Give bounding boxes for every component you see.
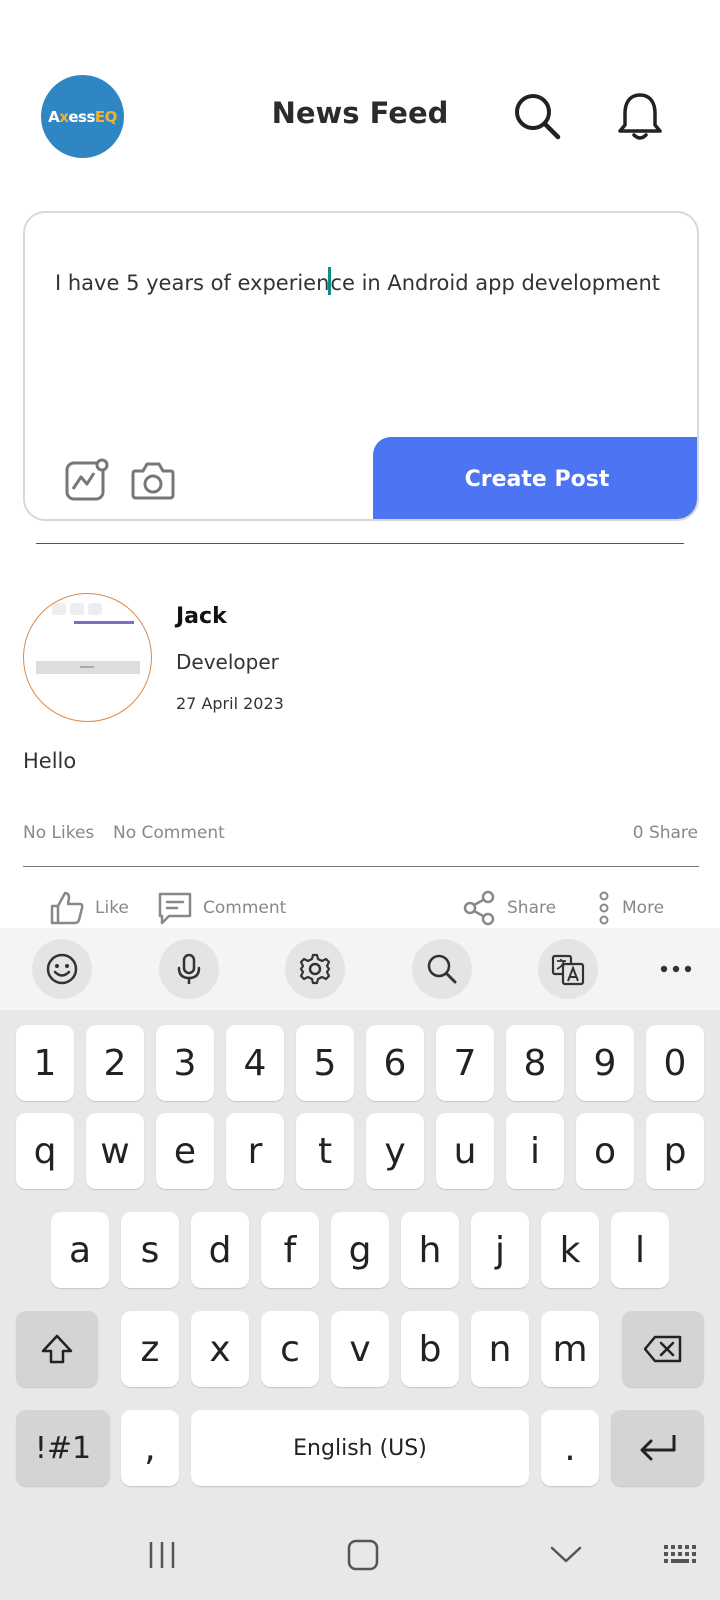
page-title: News Feed <box>271 96 449 130</box>
more-vertical-icon <box>599 891 609 925</box>
key-g[interactable]: g <box>331 1212 389 1288</box>
key-e[interactable]: e <box>156 1113 214 1189</box>
comment-label: Comment <box>203 898 287 918</box>
emoji-icon[interactable] <box>32 939 92 999</box>
app-logo: Ax ess EQ <box>41 75 124 158</box>
key-b[interactable]: b <box>401 1311 459 1387</box>
key-7[interactable]: 7 <box>436 1025 494 1101</box>
key-z[interactable]: z <box>121 1311 179 1387</box>
backspace-key[interactable] <box>622 1311 704 1387</box>
period-key[interactable]: . <box>541 1410 599 1486</box>
post-text-input[interactable]: I have 5 years of experience in Android … <box>55 267 660 295</box>
key-a[interactable]: a <box>51 1212 109 1288</box>
key-r[interactable]: r <box>226 1113 284 1189</box>
comment-button[interactable]: Comment <box>157 890 286 926</box>
key-l[interactable]: l <box>611 1212 669 1288</box>
shares-count[interactable]: 0 Share <box>633 823 698 843</box>
logo-text: x <box>59 107 69 126</box>
key-2[interactable]: 2 <box>86 1025 144 1101</box>
like-icon <box>50 891 84 925</box>
composer-text: ce in Android app development <box>330 271 660 295</box>
key-d[interactable]: d <box>191 1212 249 1288</box>
key-s[interactable]: s <box>121 1212 179 1288</box>
divider <box>36 543 684 544</box>
key-1[interactable]: 1 <box>16 1025 74 1101</box>
key-3[interactable]: 3 <box>156 1025 214 1101</box>
shift-key[interactable] <box>16 1311 98 1387</box>
key-k[interactable]: k <box>541 1212 599 1288</box>
key-w[interactable]: w <box>86 1113 144 1189</box>
post-composer[interactable]: I have 5 years of experience in Android … <box>23 211 699 521</box>
key-q[interactable]: q <box>16 1113 74 1189</box>
share-icon <box>463 890 495 926</box>
key-9[interactable]: 9 <box>576 1025 634 1101</box>
back-icon[interactable] <box>536 1530 596 1580</box>
key-m[interactable]: m <box>541 1311 599 1387</box>
comments-count[interactable]: No Comment <box>113 823 225 843</box>
create-post-button[interactable]: Create Post <box>373 437 697 519</box>
more-button[interactable]: More <box>596 890 664 926</box>
key-o[interactable]: o <box>576 1113 634 1189</box>
keyboard-toolbar <box>0 928 720 1010</box>
shift-icon <box>41 1334 73 1364</box>
key-y[interactable]: y <box>366 1113 424 1189</box>
key-j[interactable]: j <box>471 1212 529 1288</box>
key-v[interactable]: v <box>331 1311 389 1387</box>
key-0[interactable]: 0 <box>646 1025 704 1101</box>
post-author-role: Developer <box>176 650 279 674</box>
recents-icon[interactable] <box>132 1530 192 1580</box>
likes-count[interactable]: No Likes <box>23 823 94 843</box>
key-5[interactable]: 5 <box>296 1025 354 1101</box>
key-f[interactable]: f <box>261 1212 319 1288</box>
post-date: 27 April 2023 <box>176 694 284 713</box>
more-icon[interactable] <box>646 939 706 999</box>
backspace-icon <box>643 1335 682 1363</box>
enter-icon <box>640 1435 675 1461</box>
mic-icon[interactable] <box>159 939 219 999</box>
key-p[interactable]: p <box>646 1113 704 1189</box>
translate-icon[interactable] <box>538 939 598 999</box>
logo-text: A <box>48 107 60 126</box>
logo-text: ess <box>68 107 95 126</box>
key-8[interactable]: 8 <box>506 1025 564 1101</box>
key-n[interactable]: n <box>471 1311 529 1387</box>
like-label: Like <box>95 898 129 918</box>
key-u[interactable]: u <box>436 1113 494 1189</box>
key-6[interactable]: 6 <box>366 1025 424 1101</box>
enter-key[interactable] <box>611 1410 704 1486</box>
bell-icon[interactable] <box>613 89 667 143</box>
composer-text: I have 5 years of experien <box>55 271 330 295</box>
share-label: Share <box>507 898 557 918</box>
comma-key[interactable]: , <box>121 1410 179 1486</box>
key-t[interactable]: t <box>296 1113 354 1189</box>
comment-icon <box>158 892 192 925</box>
key-h[interactable]: h <box>401 1212 459 1288</box>
space-key[interactable]: English (US) <box>191 1410 529 1486</box>
share-button[interactable]: Share <box>463 890 556 926</box>
key-c[interactable]: c <box>261 1311 319 1387</box>
camera-icon[interactable] <box>129 456 177 504</box>
logo-text: EQ <box>94 107 118 126</box>
key-x[interactable]: x <box>191 1311 249 1387</box>
search-icon[interactable] <box>412 939 472 999</box>
like-button[interactable]: Like <box>49 890 129 926</box>
key-i[interactable]: i <box>506 1113 564 1189</box>
search-icon[interactable] <box>510 89 564 143</box>
key-4[interactable]: 4 <box>226 1025 284 1101</box>
gallery-icon[interactable] <box>63 456 111 504</box>
post-body: Hello <box>23 749 77 773</box>
settings-icon[interactable] <box>285 939 345 999</box>
divider <box>23 866 699 867</box>
more-label: More <box>622 898 665 918</box>
symbols-key[interactable]: !#1 <box>16 1410 110 1486</box>
home-icon[interactable] <box>333 1530 393 1580</box>
post-author[interactable]: Jack <box>176 604 227 629</box>
keyboard-switch-icon[interactable] <box>651 1530 711 1580</box>
avatar[interactable] <box>23 593 152 722</box>
